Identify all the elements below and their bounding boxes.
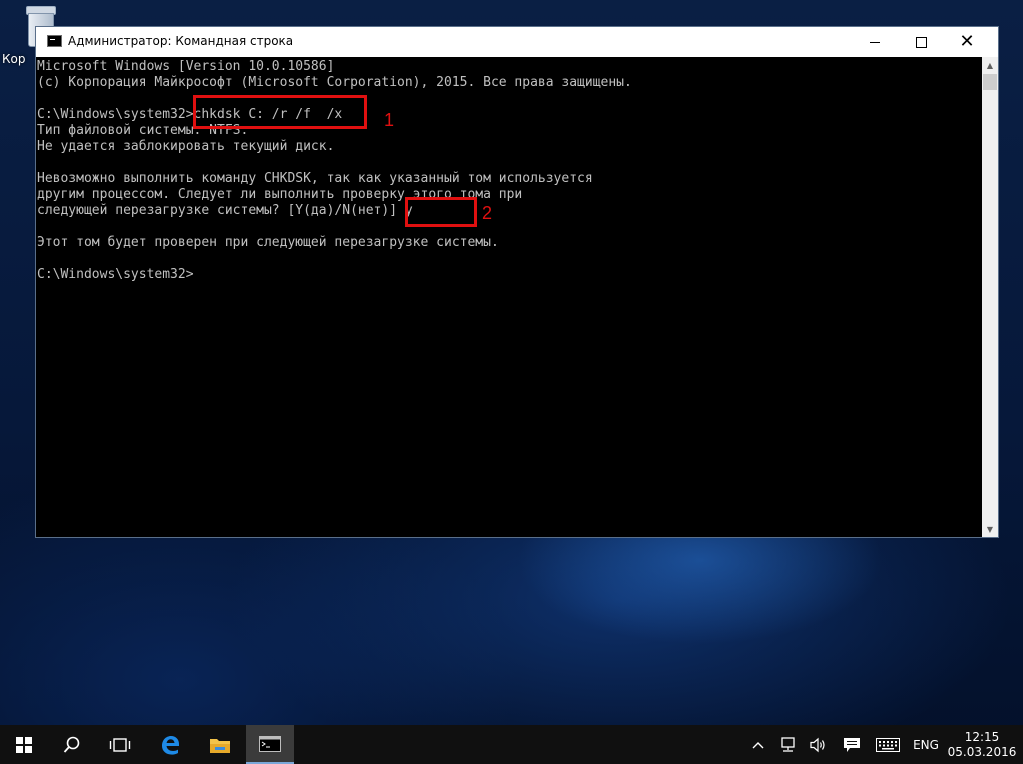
close-icon: ✕ [959, 31, 975, 52]
minimize-icon [870, 41, 880, 43]
maximize-button[interactable] [898, 27, 944, 57]
scroll-down-icon[interactable]: ▼ [982, 521, 998, 537]
scrollbar-thumb[interactable] [983, 74, 997, 90]
console-line: Невозможно выполнить команду CHKDSK, так… [37, 171, 593, 186]
network-icon [781, 736, 795, 752]
command-prompt-taskbar-button[interactable] [246, 725, 294, 764]
maximize-icon [915, 36, 927, 48]
taskbar: ENG 12:15 05.03.2016 [0, 725, 1023, 764]
console-output[interactable]: Microsoft Windows [Version 10.0.10586] (… [36, 57, 982, 537]
scroll-up-icon[interactable]: ▲ [982, 57, 998, 73]
console-line: (c) Корпорация Майкрософт (Microsoft Cor… [37, 75, 632, 90]
file-explorer-button[interactable] [196, 725, 244, 764]
start-button[interactable] [0, 725, 48, 764]
console-line: Не удается заблокировать текущий диск. [37, 139, 335, 154]
task-view-button[interactable] [96, 725, 144, 764]
desktop-icon-label: Кор [2, 52, 26, 66]
minimize-button[interactable] [852, 27, 898, 57]
clock-time: 12:15 [964, 729, 1000, 744]
task-view-icon [109, 737, 131, 752]
window-titlebar[interactable]: Администратор: Командная строка ✕ [36, 27, 998, 57]
edge-button[interactable] [146, 725, 194, 764]
file-explorer-icon [210, 738, 230, 753]
clock[interactable]: 12:15 05.03.2016 [946, 725, 1018, 764]
edge-icon [162, 735, 179, 755]
input-language-button[interactable]: ENG [907, 725, 945, 764]
window-title: Администратор: Командная строка [68, 34, 294, 48]
console-line: Microsoft Windows [Version 10.0.10586] [37, 59, 335, 74]
chevron-up-icon [752, 741, 764, 748]
show-hidden-icons-button[interactable] [747, 725, 769, 764]
windows-start-icon [16, 736, 32, 753]
console-line: следующей перезагрузке системы? [Y(да)/N… [37, 203, 413, 218]
action-center-button[interactable] [840, 725, 864, 764]
close-button[interactable]: ✕ [944, 27, 990, 57]
annotation-box-command [193, 95, 367, 129]
search-icon [63, 736, 80, 753]
action-center-icon [844, 737, 860, 752]
annotation-number-1: 1 [384, 110, 395, 130]
keyboard-icon [876, 737, 900, 752]
annotation-number-2: 2 [482, 203, 493, 223]
volume-icon [810, 737, 825, 752]
console-line: C:\Windows\system32> [37, 267, 194, 282]
search-button[interactable] [48, 725, 96, 764]
console-line: Этот том будет проверен при следующей пе… [37, 235, 499, 250]
command-prompt-icon [259, 735, 281, 752]
annotation-box-answer [405, 197, 477, 227]
volume-tray-button[interactable] [806, 725, 830, 764]
console-text: Microsoft Windows [Version 10.0.10586] (… [36, 57, 982, 283]
command-prompt-icon [47, 35, 62, 47]
vertical-scrollbar[interactable]: ▲ ▼ [982, 57, 998, 537]
command-prompt-window[interactable]: Администратор: Командная строка ✕ Micros… [35, 26, 999, 538]
clock-date: 05.03.2016 [947, 744, 1017, 759]
touch-keyboard-button[interactable] [873, 725, 903, 764]
network-tray-button[interactable] [776, 725, 800, 764]
